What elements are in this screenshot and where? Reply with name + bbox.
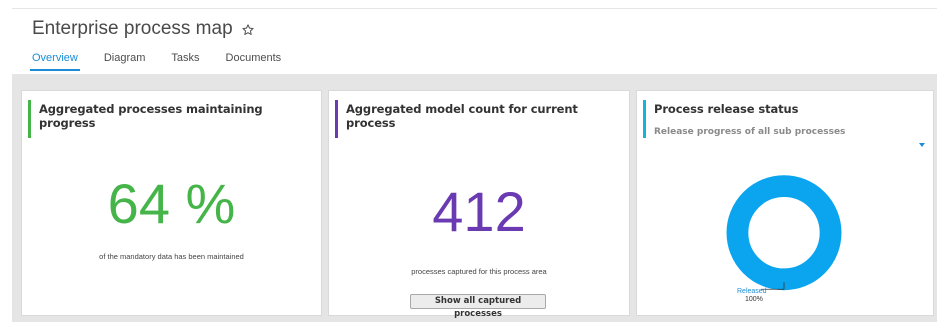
- tab-overview[interactable]: Overview: [30, 52, 80, 71]
- donut-slice-label: Released: [737, 288, 767, 295]
- model-count-caption: processes captured for this process area: [411, 267, 547, 276]
- donut-slice-released[interactable]: [726, 175, 842, 291]
- tab-tasks[interactable]: Tasks: [171, 52, 199, 70]
- maintaining-progress-card: Aggregated processes maintaining progres…: [21, 90, 322, 316]
- release-status-card: Process release status Release progress …: [636, 90, 934, 316]
- page-header: Enterprise process map: [32, 18, 255, 40]
- maintaining-caption: of the mandatory data has been maintaine…: [99, 252, 244, 261]
- model-count-card: Aggregated model count for current proce…: [328, 90, 630, 319]
- release-donut-chart: [726, 175, 842, 291]
- page-title: Enterprise process map: [32, 18, 233, 39]
- model-count-value: 412: [432, 180, 526, 243]
- dashboard-area: Aggregated processes maintaining progres…: [12, 74, 937, 322]
- favorite-star-icon[interactable]: [241, 23, 255, 37]
- card-accent-bar: [335, 100, 338, 138]
- tab-bar: Overview Diagram Tasks Documents: [30, 52, 307, 71]
- card-accent-bar: [28, 100, 31, 138]
- card-title: Aggregated model count for current proce…: [346, 102, 578, 130]
- donut-slice-value: 100%: [745, 296, 763, 303]
- tab-documents[interactable]: Documents: [226, 52, 282, 70]
- show-all-processes-button[interactable]: Show all captured processes: [410, 294, 546, 319]
- card-title: Aggregated processes maintaining progres…: [39, 102, 263, 130]
- maintaining-percentage: 64 %: [107, 172, 236, 235]
- tab-diagram[interactable]: Diagram: [104, 52, 146, 70]
- top-divider: [12, 8, 937, 9]
